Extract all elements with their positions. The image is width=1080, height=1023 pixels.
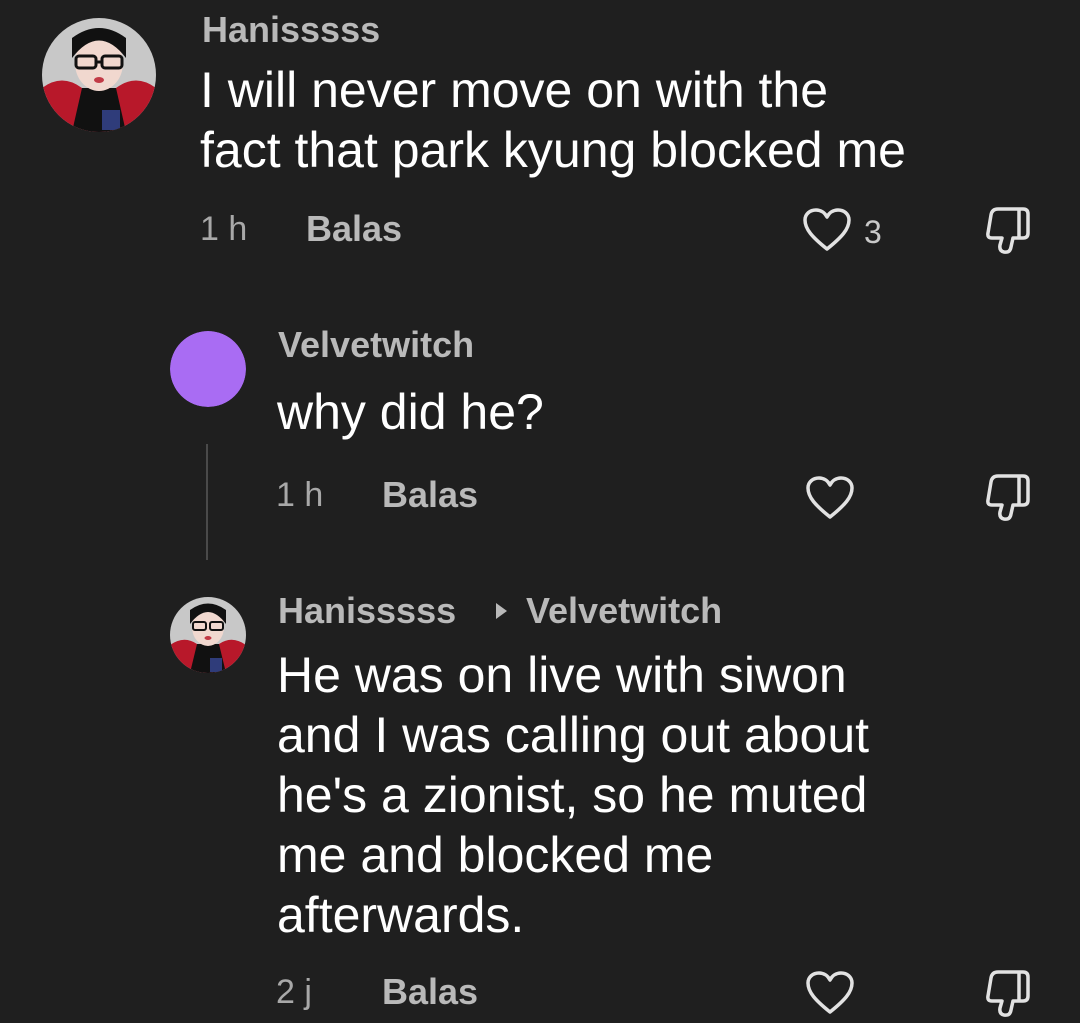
like-count: 3 — [864, 214, 882, 250]
comment-text: why did he? — [277, 384, 544, 440]
comment-username[interactable]: Velvetwitch — [278, 325, 474, 365]
comment-timestamp: 1 h — [200, 210, 248, 248]
reply-arrow-icon — [496, 603, 507, 619]
dislike-icon[interactable] — [983, 205, 1037, 257]
heart-icon[interactable] — [805, 475, 855, 521]
avatar[interactable] — [42, 18, 156, 132]
avatar[interactable] — [170, 331, 246, 407]
reply-button[interactable]: Balas — [382, 972, 478, 1012]
comment-username[interactable]: Hanisssss — [202, 10, 380, 50]
comment-timestamp: 2 j — [276, 973, 312, 1011]
avatar-image — [42, 18, 156, 132]
comment-text: I will never move on with the fact that … — [200, 62, 906, 178]
heart-icon[interactable] — [802, 207, 852, 253]
thread-line — [206, 444, 208, 560]
comment-timestamp: 1 h — [276, 476, 324, 514]
reply-button[interactable]: Balas — [306, 209, 402, 249]
dislike-icon[interactable] — [983, 968, 1037, 1020]
reply-button[interactable]: Balas — [382, 475, 478, 515]
comment-text: He was on live with siwon and I was call… — [277, 647, 870, 943]
comment-username[interactable]: Hanisssss — [278, 591, 456, 631]
avatar[interactable] — [170, 597, 246, 673]
heart-icon[interactable] — [805, 970, 855, 1016]
reply-to-username[interactable]: Velvetwitch — [526, 591, 722, 631]
dislike-icon[interactable] — [983, 472, 1037, 524]
avatar-image — [170, 331, 246, 407]
avatar-image — [170, 597, 246, 673]
